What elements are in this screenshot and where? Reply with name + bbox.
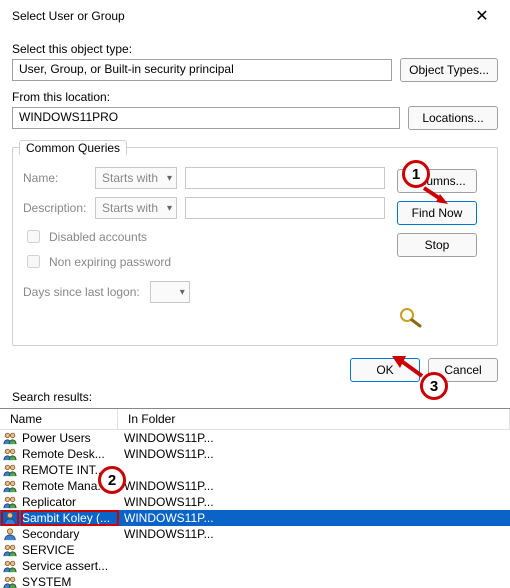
table-row[interactable]: SYSTEM (0, 574, 510, 588)
days-since-logon-label: Days since last logon: (23, 285, 140, 299)
column-header-name[interactable]: Name (0, 409, 118, 429)
row-folder: WINDOWS11P... (118, 495, 508, 509)
table-row[interactable]: Remote Mana...WINDOWS11P... (0, 478, 510, 494)
non-expiring-password-input[interactable] (27, 255, 40, 268)
results-body[interactable]: Power UsersWINDOWS11P...Remote Desk...WI… (0, 430, 510, 588)
row-name: Service assert... (22, 559, 118, 573)
close-icon[interactable]: ✕ (464, 2, 500, 30)
window-title: Select User or Group (12, 9, 125, 23)
row-name: REMOTE INT... (22, 463, 118, 477)
name-mode-combo[interactable]: Starts with▾ (95, 167, 177, 189)
group-icon (2, 431, 18, 445)
table-row[interactable]: Power UsersWINDOWS11P... (0, 430, 510, 446)
row-folder: WINDOWS11P... (118, 431, 508, 445)
row-folder: WINDOWS11P... (118, 479, 508, 493)
chevron-down-icon: ▾ (167, 173, 172, 184)
group-icon (2, 543, 18, 557)
table-row[interactable]: Sambit Koley (...WINDOWS11P... (0, 510, 510, 526)
table-row[interactable]: ReplicatorWINDOWS11P... (0, 494, 510, 510)
disabled-accounts-checkbox[interactable]: Disabled accounts (23, 227, 385, 246)
search-results-table: Name In Folder Power UsersWINDOWS11P...R… (0, 408, 510, 588)
row-name: Power Users (22, 431, 118, 445)
row-folder: WINDOWS11P... (118, 447, 508, 461)
description-filter-input[interactable] (185, 197, 385, 219)
common-queries-legend: Common Queries (19, 140, 127, 155)
chevron-down-icon: ▾ (167, 203, 172, 214)
stop-button[interactable]: Stop (397, 233, 477, 257)
row-folder: WINDOWS11P... (118, 527, 508, 541)
user-icon (2, 511, 18, 525)
ok-button[interactable]: OK (350, 358, 420, 382)
table-row[interactable]: REMOTE INT... (0, 462, 510, 478)
table-row[interactable]: Service assert... (0, 558, 510, 574)
disabled-accounts-input[interactable] (27, 230, 40, 243)
search-icon (397, 305, 425, 329)
search-results-label: Search results: (0, 388, 510, 408)
description-mode-combo[interactable]: Starts with▾ (95, 197, 177, 219)
non-expiring-password-checkbox[interactable]: Non expiring password (23, 252, 385, 271)
group-icon (2, 479, 18, 493)
row-folder: WINDOWS11P... (118, 511, 508, 525)
row-name: Sambit Koley (... (22, 511, 118, 525)
group-icon (2, 575, 18, 588)
chevron-down-icon: ▾ (180, 287, 185, 298)
table-row[interactable]: SecondaryWINDOWS11P... (0, 526, 510, 542)
location-label: From this location: (12, 90, 498, 104)
columns-button[interactable]: Columns... (397, 169, 477, 193)
cancel-button[interactable]: Cancel (428, 358, 498, 382)
table-row[interactable]: SERVICE (0, 542, 510, 558)
table-row[interactable]: Remote Desk...WINDOWS11P... (0, 446, 510, 462)
common-queries-group: Common Queries Name: Starts with▾ Descri… (12, 140, 498, 346)
object-type-field[interactable]: User, Group, or Built-in security princi… (12, 59, 392, 81)
name-filter-label: Name: (23, 171, 87, 185)
row-name: SYSTEM (22, 575, 118, 588)
group-icon (2, 463, 18, 477)
row-name: Remote Mana... (22, 479, 118, 493)
group-icon (2, 447, 18, 461)
description-filter-label: Description: (23, 201, 87, 215)
object-types-button[interactable]: Object Types... (400, 58, 498, 82)
find-now-button[interactable]: Find Now (397, 201, 477, 225)
group-icon (2, 495, 18, 509)
location-field[interactable]: WINDOWS11PRO (12, 107, 400, 129)
locations-button[interactable]: Locations... (408, 106, 498, 130)
user-icon (2, 527, 18, 541)
row-name: Replicator (22, 495, 118, 509)
column-header-folder[interactable]: In Folder (118, 409, 510, 429)
row-name: Remote Desk... (22, 447, 118, 461)
days-since-logon-combo[interactable]: ▾ (150, 281, 190, 303)
row-name: SERVICE (22, 543, 118, 557)
name-filter-input[interactable] (185, 167, 385, 189)
row-name: Secondary (22, 527, 118, 541)
object-type-label: Select this object type: (12, 42, 498, 56)
group-icon (2, 559, 18, 573)
